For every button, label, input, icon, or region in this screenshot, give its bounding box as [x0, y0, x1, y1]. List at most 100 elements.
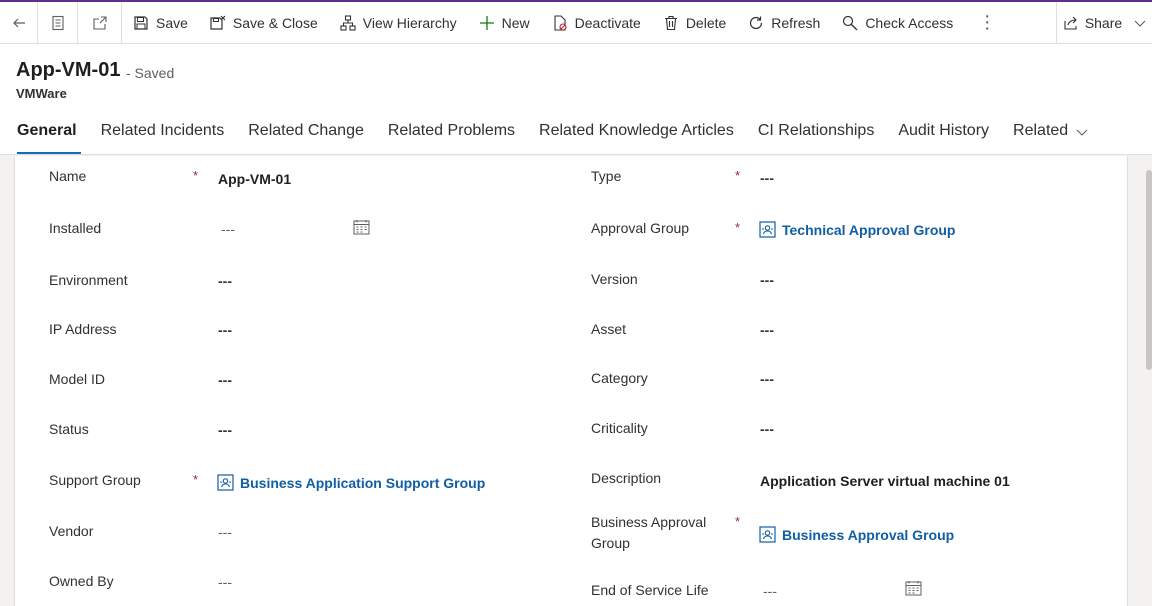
view-hierarchy-button[interactable]: View Hierarchy	[329, 2, 468, 43]
deactivate-icon	[554, 14, 567, 31]
support-group-required-marker: *	[193, 472, 199, 487]
asset-field[interactable]: ---	[760, 322, 774, 338]
record-save-status: - Saved	[126, 65, 175, 81]
deactivate-label: Deactivate	[574, 14, 641, 31]
model-id-label: Model ID	[49, 371, 106, 387]
tab-related-change[interactable]: Related Change	[236, 120, 376, 155]
record-set-button[interactable]	[38, 2, 78, 43]
team-icon	[759, 221, 776, 238]
refresh-icon	[750, 16, 763, 29]
tab-ci-relationships[interactable]: CI Relationships	[746, 120, 887, 155]
open-new-window-button[interactable]	[78, 2, 122, 43]
support-group-lookup[interactable]: Business Application Support Group	[217, 474, 485, 491]
version-field[interactable]: ---	[760, 272, 774, 288]
delete-label: Delete	[685, 14, 727, 31]
plus-icon	[479, 15, 494, 30]
check-access-button[interactable]: Check Access	[831, 2, 964, 43]
business-approval-group-value[interactable]: Business Approval Group	[782, 527, 954, 543]
arrow-left-icon	[12, 18, 25, 27]
tab-related-problems-label: Related Problems	[387, 122, 516, 139]
name-label: Name	[49, 168, 87, 184]
support-group-value[interactable]: Business Application Support Group	[240, 475, 485, 491]
status-label: Status	[49, 421, 89, 437]
search-person-icon	[843, 15, 858, 30]
calendar-icon[interactable]	[353, 219, 370, 235]
vendor-label: Vendor	[49, 523, 94, 539]
status-field[interactable]: ---	[218, 422, 232, 438]
owned-by-label: Owned By	[49, 573, 114, 589]
delete-button[interactable]: Delete	[652, 2, 737, 43]
business-approval-group-lookup[interactable]: Business Approval Group	[759, 526, 954, 543]
more-commands-button[interactable]: ⋮	[964, 2, 1010, 43]
save-button[interactable]: Save	[122, 2, 199, 43]
vendor-field[interactable]: ---	[218, 524, 232, 540]
tab-related-knowledge-articles[interactable]: Related Knowledge Articles	[527, 120, 746, 155]
save-label: Save	[156, 14, 188, 31]
environment-label: Environment	[49, 272, 128, 288]
tab-related-change-label: Related Change	[248, 122, 364, 139]
description-field[interactable]: Application Server virtual machine 01	[760, 473, 1010, 489]
check-access-label: Check Access	[865, 14, 954, 31]
form-section	[14, 156, 1128, 606]
tab-audit-history-label: Audit History	[898, 122, 990, 139]
tab-related-incidents[interactable]: Related Incidents	[89, 120, 237, 155]
business-approval-group-label-line1: Business Approval	[591, 514, 707, 530]
business-approval-group-required-marker: *	[735, 514, 741, 529]
category-label: Category	[591, 370, 648, 386]
end-of-service-life-field[interactable]: ---	[763, 583, 777, 599]
record-title: App-VM-01	[16, 59, 121, 81]
command-bar: Save Save & Close View Hierarchy New Dea…	[0, 0, 1152, 44]
tab-list: General Related Incidents Related Change…	[0, 120, 1100, 155]
new-button[interactable]: New	[468, 2, 541, 43]
team-icon	[759, 526, 776, 543]
name-field[interactable]: App-VM-01	[218, 171, 291, 187]
type-field[interactable]: ---	[760, 170, 774, 186]
deactivate-button[interactable]: Deactivate	[541, 2, 652, 43]
approval-group-required-marker: *	[735, 220, 741, 235]
tab-related-label: Related	[1013, 122, 1069, 139]
approval-group-lookup[interactable]: Technical Approval Group	[759, 221, 955, 238]
trash-icon	[664, 15, 677, 30]
criticality-field[interactable]: ---	[760, 421, 774, 437]
vertical-scrollbar[interactable]	[1146, 170, 1152, 370]
share-button[interactable]: Share	[1056, 2, 1152, 44]
view-hierarchy-label: View Hierarchy	[362, 14, 457, 31]
tab-general[interactable]: General	[0, 120, 89, 155]
record-entity-name: VMWare	[16, 86, 67, 101]
category-field[interactable]: ---	[760, 371, 774, 387]
share-label: Share	[1084, 15, 1123, 31]
form-icon	[51, 15, 64, 30]
tab-related-problems[interactable]: Related Problems	[376, 120, 527, 155]
record-header: App-VM-01 - Saved VMWare General Related…	[0, 44, 1152, 155]
description-label: Description	[591, 470, 662, 486]
model-id-field[interactable]: ---	[218, 372, 232, 388]
ip-address-field[interactable]: ---	[218, 322, 232, 338]
approval-group-value[interactable]: Technical Approval Group	[782, 222, 955, 238]
version-label: Version	[591, 271, 638, 287]
back-button[interactable]	[0, 2, 38, 43]
calendar-icon[interactable]	[905, 580, 922, 596]
tab-related-knowledge-label: Related Knowledge Articles	[539, 122, 734, 139]
environment-field[interactable]: ---	[218, 273, 232, 289]
owned-by-field[interactable]: ---	[218, 574, 232, 590]
asset-label: Asset	[591, 321, 627, 337]
save-close-icon	[210, 15, 226, 30]
approval-group-label: Approval Group	[591, 220, 690, 236]
tab-general-label: General	[17, 122, 77, 139]
type-label: Type	[591, 168, 622, 184]
save-close-label: Save & Close	[232, 14, 318, 31]
name-required-marker: *	[193, 168, 199, 183]
refresh-button[interactable]: Refresh	[737, 2, 831, 43]
tab-audit-history[interactable]: Audit History	[886, 120, 1001, 155]
save-and-close-button[interactable]: Save & Close	[199, 2, 329, 43]
ip-address-label: IP Address	[49, 321, 117, 337]
end-of-service-life-label: End of Service Life	[591, 582, 709, 598]
tab-related-incidents-label: Related Incidents	[100, 122, 225, 139]
popout-icon	[92, 15, 107, 30]
hierarchy-icon	[340, 14, 356, 31]
support-group-label: Support Group	[49, 472, 141, 488]
chevron-down-icon	[1076, 129, 1088, 136]
installed-date-field[interactable]: ---	[221, 221, 235, 237]
tab-related[interactable]: Related	[1001, 120, 1100, 155]
refresh-label: Refresh	[771, 14, 821, 31]
